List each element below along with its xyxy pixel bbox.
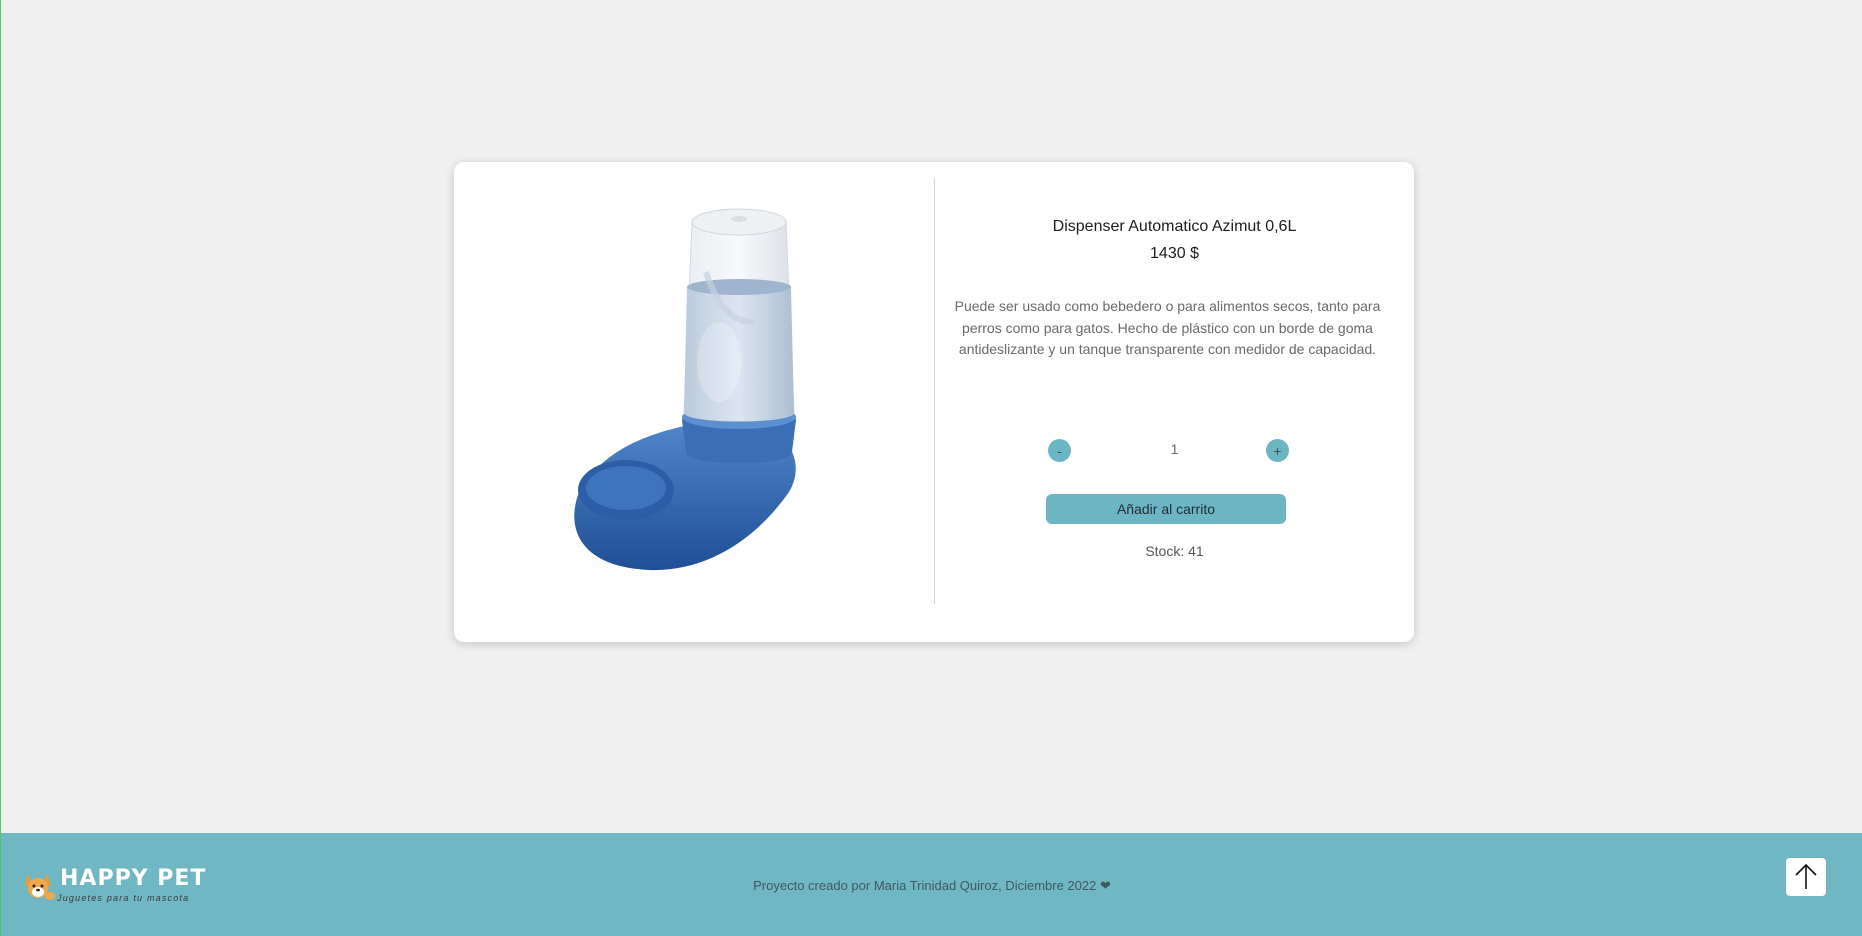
product-card: Dispenser Automatico Azimut 0,6L 1430 $ … (454, 162, 1414, 642)
scroll-to-top-button[interactable] (1786, 858, 1826, 896)
product-title: Dispenser Automatico Azimut 0,6L (1052, 218, 1297, 235)
increment-button[interactable]: + (1266, 439, 1289, 462)
water-dispenser-illustration (574, 208, 796, 571)
footer: HAPPY PET Juguetes para tu mascota Proye… (1, 833, 1862, 936)
product-price: 1430 $ (1150, 245, 1199, 262)
footer-credit: Proyecto creado por Maria Trinidad Quiro… (753, 878, 1111, 893)
stock-label: Stock: 41 (1145, 543, 1204, 559)
product-description: Puede ser usado como bebedero o para ali… (954, 298, 1381, 357)
product-info: Dispenser Automatico Azimut 0,6L 1430 $ … (935, 162, 1414, 642)
add-to-cart-button[interactable]: Añadir al carrito (1046, 494, 1286, 524)
product-image (454, 162, 934, 642)
arrow-up-icon (1795, 863, 1817, 889)
brand-tagline: Juguetes para tu mascota (57, 893, 190, 903)
quantity-value: 1 (1170, 441, 1179, 457)
